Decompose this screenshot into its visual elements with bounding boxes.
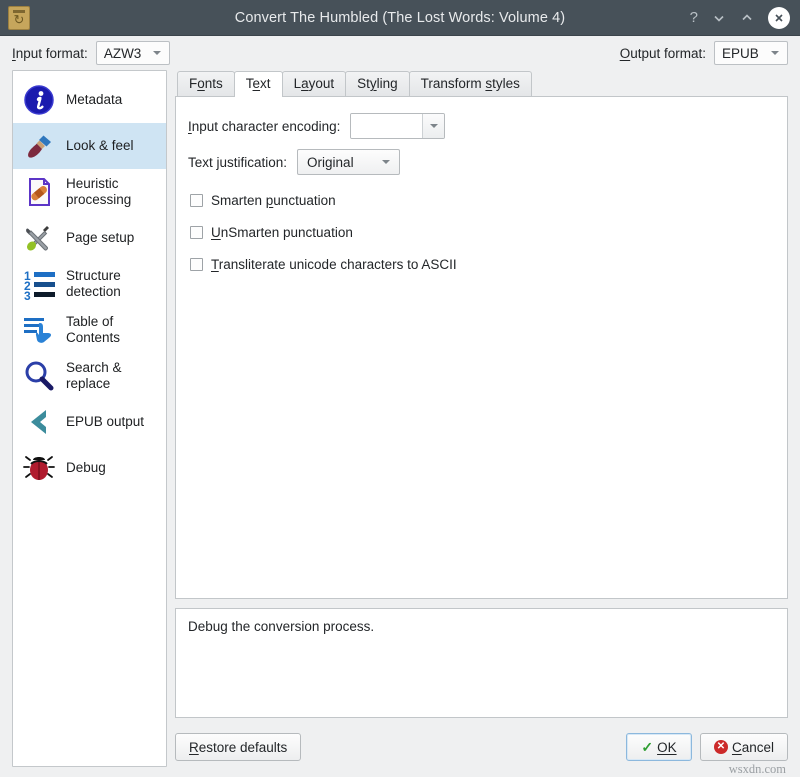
svg-text:3: 3: [24, 289, 31, 301]
unsmarten-punctuation-row[interactable]: UnSmarten punctuation: [190, 225, 773, 240]
sidebar-item-label: Search & replace: [66, 360, 160, 392]
ok-button[interactable]: ✓ OK: [626, 733, 692, 761]
tab-styling[interactable]: Styling: [345, 71, 410, 96]
input-character-encoding-row: Input character encoding:: [188, 113, 773, 139]
format-bar: Input format: AZW3 Output format: EPUB: [0, 36, 800, 70]
button-row: Restore defaults ✓ OK ✕ Cancel wsxdn.com: [175, 727, 788, 767]
input-format-select[interactable]: AZW3: [96, 41, 170, 65]
text-justification-label: Text justification:: [188, 155, 287, 170]
watermark: wsxdn.com: [729, 762, 786, 777]
help-icon[interactable]: ?: [690, 10, 698, 25]
input-character-encoding-field[interactable]: [351, 114, 422, 138]
text-justification-value: Original: [307, 155, 372, 170]
window-controls: ?: [690, 7, 790, 29]
info-circle-icon: [21, 82, 57, 118]
convert-dialog-window: ↻ Convert The Humbled (The Lost Words: V…: [0, 0, 800, 777]
cancel-button[interactable]: ✕ Cancel: [700, 733, 788, 761]
chevron-down-icon: [382, 160, 390, 164]
tab-transform-styles[interactable]: Transform styles: [409, 71, 532, 96]
sidebar-item-look-and-feel[interactable]: Look & feel: [13, 123, 166, 169]
transliterate-unicode-row[interactable]: Transliterate unicode characters to ASCI…: [190, 257, 773, 272]
transliterate-unicode-label: Transliterate unicode characters to ASCI…: [211, 257, 457, 272]
sidebar-item-label: Heuristic processing: [66, 176, 160, 208]
sidebar-item-metadata[interactable]: Metadata: [13, 77, 166, 123]
input-format-value: AZW3: [104, 46, 143, 61]
sidebar-item-label: Table of Contents: [66, 314, 160, 346]
window-title: Convert The Humbled (The Lost Words: Vol…: [0, 10, 800, 26]
smarten-punctuation-row[interactable]: Smarten punctuation: [190, 193, 773, 208]
paintbrush-icon: [21, 128, 57, 164]
unsmarten-punctuation-checkbox[interactable]: [190, 226, 203, 239]
description-text: Debug the conversion process.: [188, 619, 374, 634]
sidebar-item-label: Look & feel: [66, 138, 134, 154]
cancel-label: Cancel: [732, 740, 774, 755]
sidebar-item-heuristic-processing[interactable]: Heuristic processing: [13, 169, 166, 215]
title-bar: ↻ Convert The Humbled (The Lost Words: V…: [0, 0, 800, 36]
wrench-screwdriver-icon: [21, 220, 57, 256]
sidebar-item-debug[interactable]: Debug: [13, 445, 166, 491]
sidebar-item-epub-output[interactable]: EPUB output: [13, 399, 166, 445]
chevron-down-icon[interactable]: [712, 11, 726, 25]
smarten-punctuation-label: Smarten punctuation: [211, 193, 336, 208]
tab-fonts[interactable]: Fonts: [177, 71, 235, 96]
book-convert-icon: ↻: [8, 6, 30, 30]
text-justification-select[interactable]: Original: [297, 149, 400, 175]
tab-text[interactable]: Text: [234, 71, 283, 97]
input-character-encoding-label: Input character encoding:: [188, 119, 340, 134]
magnifier-icon: [21, 358, 57, 394]
sidebar-item-label: Page setup: [66, 230, 134, 246]
restore-defaults-button[interactable]: Restore defaults: [175, 733, 301, 761]
page-bandage-icon: [21, 174, 57, 210]
unsmarten-punctuation-label: UnSmarten punctuation: [211, 225, 353, 240]
sidebar-item-table-of-contents[interactable]: Table of Contents: [13, 307, 166, 353]
smarten-punctuation-checkbox[interactable]: [190, 194, 203, 207]
tab-layout[interactable]: Layout: [282, 71, 347, 96]
check-icon: ✓: [641, 740, 653, 754]
output-format-select[interactable]: EPUB: [714, 41, 788, 65]
output-format-value: EPUB: [722, 46, 761, 61]
input-format-label: Input format:: [12, 46, 88, 61]
chevron-up-icon[interactable]: [740, 11, 754, 25]
close-icon[interactable]: [768, 7, 790, 29]
sidebar-item-structure-detection[interactable]: 1 2 3 Structure detection: [13, 261, 166, 307]
description-box: Debug the conversion process.: [175, 608, 788, 718]
restore-defaults-label: Restore defaults: [189, 740, 287, 755]
text-tab-panel: Input character encoding: Text justifica…: [175, 96, 788, 599]
chevron-down-icon[interactable]: [422, 114, 444, 138]
dialog-body: Metadata Look & feel: [0, 70, 800, 777]
list-hand-icon: [21, 312, 57, 348]
text-justification-row: Text justification: Original: [188, 149, 773, 175]
transliterate-unicode-checkbox[interactable]: [190, 258, 203, 271]
ladybug-icon: [21, 450, 57, 486]
chevron-down-icon: [153, 51, 161, 55]
sidebar-item-label: Debug: [66, 460, 106, 476]
numbered-list-icon: 1 2 3: [21, 266, 57, 302]
sidebar-item-search-replace[interactable]: Search & replace: [13, 353, 166, 399]
sidebar-item-label: Structure detection: [66, 268, 160, 300]
settings-panel-column: Fonts Text Layout Styling Transform styl…: [175, 70, 788, 767]
input-character-encoding-combo[interactable]: [350, 113, 445, 139]
close-circle-icon: ✕: [714, 740, 728, 754]
ok-label: OK: [657, 740, 677, 755]
sidebar-item-page-setup[interactable]: Page setup: [13, 215, 166, 261]
settings-sidebar[interactable]: Metadata Look & feel: [12, 70, 167, 767]
chevron-left-icon: [21, 404, 57, 440]
chevron-down-icon: [771, 51, 779, 55]
sidebar-item-label: EPUB output: [66, 414, 144, 430]
output-format-label: Output format:: [620, 46, 706, 61]
sidebar-item-label: Metadata: [66, 92, 122, 108]
tab-bar: Fonts Text Layout Styling Transform styl…: [175, 70, 788, 96]
